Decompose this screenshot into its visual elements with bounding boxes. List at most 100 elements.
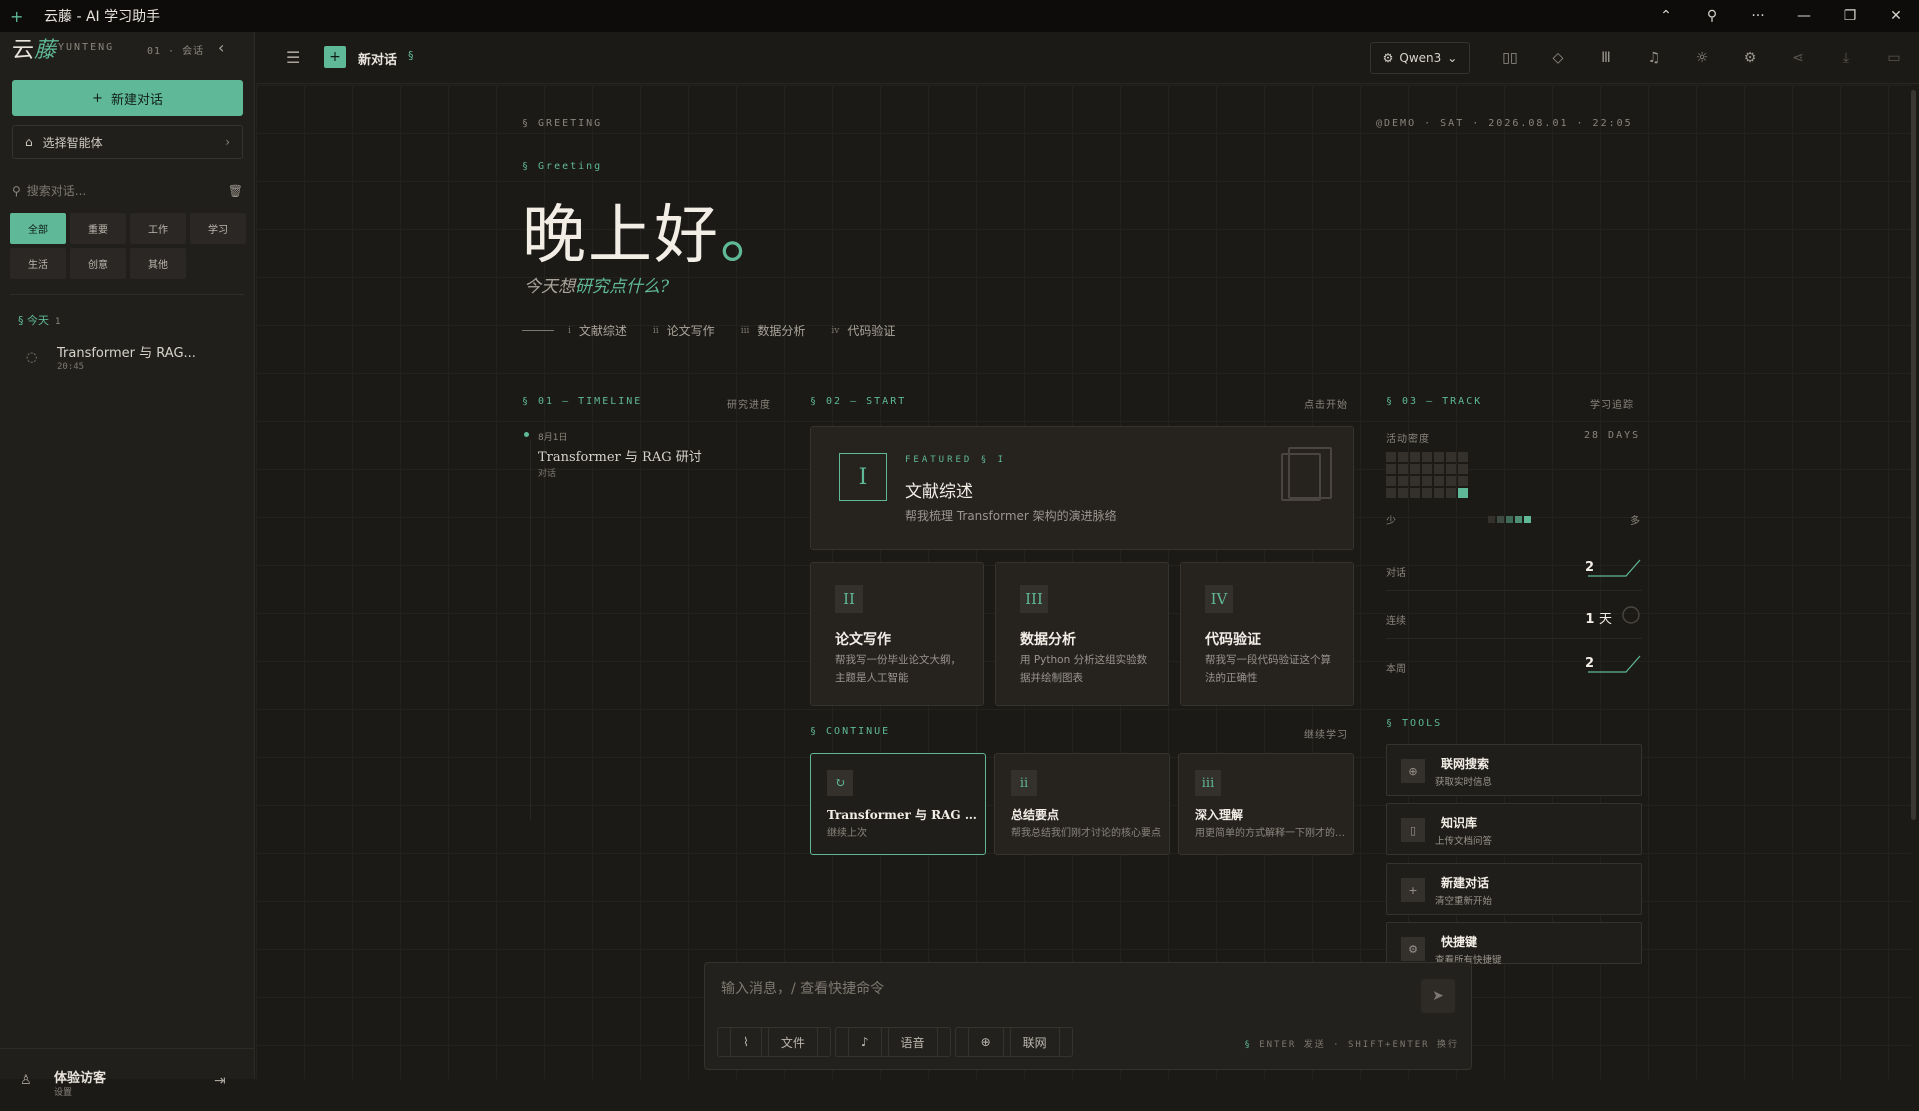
heatmap-cell (1422, 464, 1432, 474)
quick-link-analysis[interactable]: iii 数据分析 (741, 322, 806, 339)
logout-icon[interactable]: ⇥ (214, 1073, 226, 1089)
bell-icon[interactable]: ♫ (1630, 42, 1678, 74)
sparkline-icon (1588, 655, 1641, 673)
message-input[interactable] (721, 981, 1401, 997)
collapse-sidebar-icon[interactable]: ‹ (218, 38, 224, 57)
heatmap-cell (1410, 488, 1420, 498)
model-selector[interactable]: ⚙ Qwen3 ⌄ (1370, 42, 1470, 74)
sun-icon[interactable]: ☼ (1678, 42, 1726, 74)
session-meta: @DEMO · SAT · 2026.08.01 · 22:05 (1376, 118, 1633, 129)
activity-label: 活动密度 (1386, 434, 1430, 445)
send-button[interactable]: ➤ (1421, 979, 1455, 1013)
web-search-button[interactable]: ⊕ 联网 (954, 1027, 1073, 1057)
user-settings-link[interactable]: 设置 (54, 1085, 72, 1098)
new-chat-button[interactable]: + 新建对话 (12, 80, 243, 116)
heatmap-cell (1398, 452, 1408, 462)
chevron-up-icon[interactable]: ⌃ (1643, 0, 1689, 32)
download-icon[interactable]: ⤓ (1822, 42, 1870, 74)
stat-conversations: 对话 2 (1386, 558, 1642, 582)
start-card-writing[interactable]: II 论文写作 帮我写一份毕业论文大纲，主题是人工智能 (810, 562, 984, 706)
start-head: § 02 — START (810, 396, 907, 407)
book-icon: ▯ (1401, 818, 1425, 842)
menu-icon[interactable]: ☰ (286, 48, 300, 67)
featured-card-literature[interactable]: I FEATURED § I 文献综述 帮我梳理 Transformer 架构的… (810, 426, 1354, 550)
stat-streak: 连续 1 天 (1386, 606, 1642, 630)
section-mark: § (408, 49, 414, 62)
quick-link-writing[interactable]: ii 论文写作 (653, 322, 715, 339)
heatmap-cell (1386, 464, 1396, 474)
minimize-button[interactable]: — (1781, 0, 1827, 32)
timeline-entry[interactable]: Transformer 与 RAG 研讨 (538, 446, 702, 465)
heatmap-cell (1458, 464, 1468, 474)
heatmap-cell (1398, 476, 1408, 486)
featured-desc: 帮我梳理 Transformer 架构的演进脉络 (905, 509, 1117, 523)
book-icon[interactable]: ▯▯ (1486, 42, 1534, 74)
window-title: 云藤 - AI 学习助手 (44, 9, 161, 25)
filter-life[interactable]: 生活 (10, 248, 66, 279)
timeline-date: 8月1日 (538, 433, 568, 443)
graduation-cap-icon[interactable]: ◇ (1534, 42, 1582, 74)
pin-icon[interactable]: ⚲ (1689, 0, 1735, 32)
new-chat-icon[interactable]: + (324, 46, 346, 68)
filter-important[interactable]: 重要 (70, 213, 126, 244)
card-desc: 用 Python 分析这组实验数据并绘制图表 (1020, 654, 1148, 684)
activity-heatmap (1386, 452, 1468, 498)
app-icon: + (10, 6, 24, 26)
heatmap-cell (1446, 452, 1456, 462)
legend-level-0 (1488, 516, 1495, 523)
more-icon[interactable]: ··· (1735, 0, 1781, 32)
track-head: § 03 — TRACK (1386, 396, 1483, 407)
heatmap-cell (1446, 464, 1456, 474)
start-card-analysis[interactable]: III 数据分析 用 Python 分析这组实验数据并绘制图表 (995, 562, 1169, 706)
chat-bubble-icon: ◌ (26, 350, 38, 365)
gear-icon[interactable]: ⚙ (1726, 42, 1774, 74)
conversation-item[interactable]: ◌ Transformer 与 RAG... 20:45 (10, 338, 244, 386)
document-icon[interactable]: ▭ (1870, 42, 1918, 74)
composer-tools: ⌇ 文件 ♪ 语音 ⊕ 联网 (717, 1027, 1073, 1057)
quick-link-code[interactable]: iv 代码验证 (831, 322, 895, 339)
mic-icon: ♪ (847, 1027, 882, 1057)
continue-card-deep[interactable]: iii 深入理解 用更简单的方式解释一下刚才的内容 (1178, 753, 1354, 855)
attach-file-button[interactable]: ⌇ 文件 (717, 1027, 831, 1057)
filter-study[interactable]: 学习 (190, 213, 246, 244)
share-icon[interactable]: ⋖ (1774, 42, 1822, 74)
library-icon[interactable]: Ⅲ (1582, 42, 1630, 74)
search-row: ⚲ 🗑 (12, 180, 243, 202)
start-card-code[interactable]: IV 代码验证 帮我写一段代码验证这个算法的正确性 (1180, 562, 1354, 706)
roman-numeral: III (1020, 585, 1048, 613)
filter-all[interactable]: 全部 (10, 213, 66, 244)
card-title: 代码验证 (1205, 632, 1261, 648)
maximize-button[interactable]: ❐ (1827, 0, 1873, 32)
search-input[interactable] (26, 184, 207, 198)
logo-subtitle: YUNTENG (58, 42, 115, 53)
tool-knowledge-base[interactable]: ▯ 知识库 上传文档问答 (1386, 803, 1642, 855)
quick-link-literature[interactable]: i 文献综述 (568, 322, 627, 339)
filter-work[interactable]: 工作 (130, 213, 186, 244)
voice-button[interactable]: ♪ 语音 (834, 1027, 951, 1057)
trash-icon[interactable]: 🗑 (228, 184, 243, 198)
timeline-head: § 01 — TIMELINE (522, 396, 643, 407)
conversation-time: 20:45 (57, 362, 85, 372)
days-label: 28 DAYS (1584, 430, 1641, 441)
card-title: 总结要点 (1011, 808, 1060, 822)
heatmap-cell (1386, 488, 1396, 498)
user-icon[interactable]: ♙ (20, 1073, 32, 1088)
continue-head: § CONTINUE (810, 726, 891, 737)
tool-shortcuts[interactable]: ⚙ 快捷键 查看所有快捷键 (1386, 922, 1642, 966)
search-icon: ⚲ (12, 184, 21, 198)
agent-selector[interactable]: ⌂ 选择智能体 › (12, 125, 243, 159)
timeline-dot (524, 432, 529, 437)
tool-new-chat[interactable]: + 新建对话 清空重新开始 (1386, 863, 1642, 915)
card-title: 数据分析 (1020, 632, 1076, 648)
globe-icon: ⊕ (967, 1027, 1004, 1057)
continue-card-summary[interactable]: ii 总结要点 帮我总结我们刚才讨论的核心要点 (994, 753, 1170, 855)
close-button[interactable]: ✕ (1873, 0, 1919, 32)
filter-other[interactable]: 其他 (130, 248, 186, 279)
filter-creative[interactable]: 创意 (70, 248, 126, 279)
tool-web-search[interactable]: ⊕ 联网搜索 获取实时信息 (1386, 744, 1642, 796)
heatmap-cell (1458, 452, 1468, 462)
roman-numeral: IV (1205, 585, 1233, 613)
scrollbar[interactable] (1911, 90, 1916, 820)
continue-card-transformer[interactable]: ↻ Transformer 与 RAG 研讨 继续上次 (810, 753, 986, 855)
heatmap-cell (1398, 488, 1408, 498)
